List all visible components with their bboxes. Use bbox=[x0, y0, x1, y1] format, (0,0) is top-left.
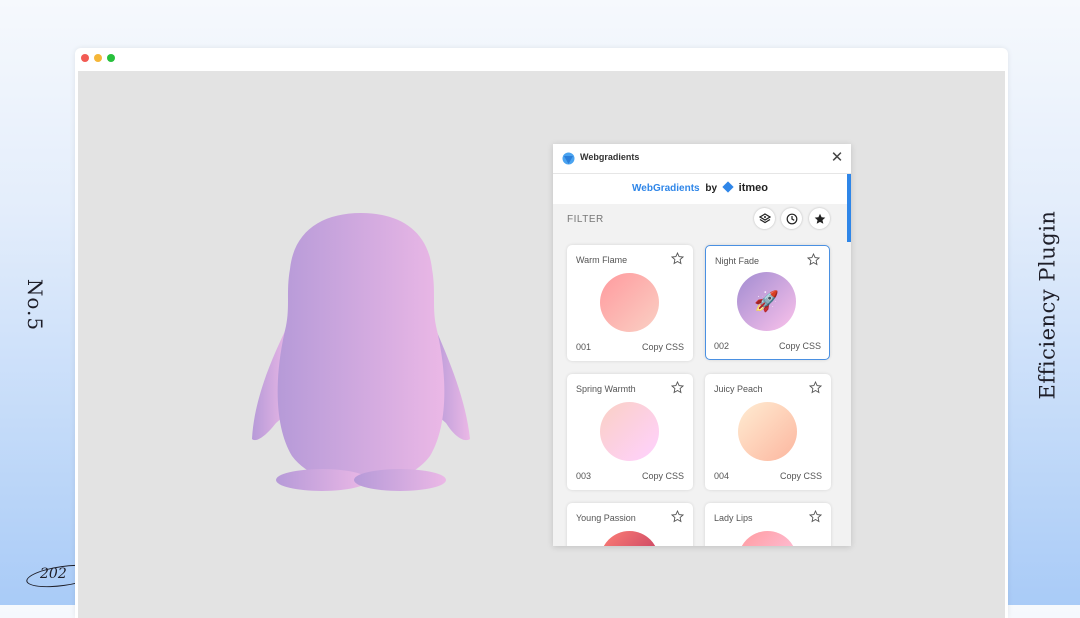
brand-bar: WebGradients by itmeo bbox=[553, 174, 847, 203]
browser-titlebar bbox=[75, 48, 1008, 69]
penguin-illustration bbox=[252, 213, 470, 491]
layers-icon[interactable] bbox=[754, 208, 775, 229]
gradient-card[interactable]: Spring Warmth 003 Copy CSS bbox=[567, 374, 693, 490]
gradient-name: Warm Flame bbox=[576, 255, 628, 265]
gradient-name: Juicy Peach bbox=[714, 384, 763, 394]
gradient-grid: Warm Flame 001 Copy CSS Night Fade 🚀 002… bbox=[553, 234, 847, 546]
gradient-number: 003 bbox=[576, 471, 592, 481]
side-label-title-text: Efficiency Plugin bbox=[1035, 210, 1060, 400]
gradient-swatch[interactable] bbox=[738, 531, 797, 546]
gradient-name: Young Passion bbox=[576, 513, 636, 523]
brand-company[interactable]: itmeo bbox=[739, 182, 768, 194]
star-filled-icon[interactable] bbox=[809, 208, 830, 229]
webgradients-logo-icon bbox=[562, 152, 575, 165]
brand-name[interactable]: WebGradients bbox=[632, 183, 700, 194]
gradient-card[interactable]: Warm Flame 001 Copy CSS bbox=[567, 245, 693, 361]
gradient-swatch[interactable] bbox=[738, 402, 797, 461]
gradient-swatch[interactable] bbox=[600, 531, 659, 546]
gradient-swatch[interactable] bbox=[600, 273, 659, 332]
star-icon[interactable] bbox=[809, 381, 822, 394]
gradient-number: 002 bbox=[714, 341, 730, 351]
minimize-window-button[interactable] bbox=[94, 54, 102, 62]
close-window-button[interactable] bbox=[81, 54, 89, 62]
filter-bar: FILTER bbox=[553, 204, 847, 234]
side-label-number: No.5 bbox=[12, 250, 58, 360]
star-icon[interactable] bbox=[671, 381, 684, 394]
browser-viewport: Webgradients ✕ WebGradients by itmeo FIL… bbox=[78, 71, 1005, 618]
gradient-name: Spring Warmth bbox=[576, 384, 636, 394]
side-label-title: Efficiency Plugin bbox=[1020, 195, 1074, 415]
filter-label: FILTER bbox=[567, 214, 604, 225]
gradient-name: Night Fade bbox=[715, 256, 760, 266]
gradient-card-selected[interactable]: Night Fade 🚀 002 Copy CSS bbox=[705, 245, 830, 360]
popup-title: Webgradients bbox=[580, 152, 640, 162]
gradient-card[interactable]: Juicy Peach 004 Copy CSS bbox=[705, 374, 831, 490]
star-icon[interactable] bbox=[671, 252, 684, 265]
popup-header: Webgradients ✕ bbox=[553, 144, 851, 174]
browser-window: Webgradients ✕ WebGradients by itmeo FIL… bbox=[75, 48, 1008, 618]
copy-css-button[interactable]: Copy CSS bbox=[642, 471, 684, 481]
gradient-card[interactable]: Lady Lips bbox=[705, 503, 831, 546]
itmeo-logo-icon bbox=[722, 181, 734, 193]
gradient-name: Lady Lips bbox=[714, 513, 753, 523]
gradient-swatch[interactable] bbox=[600, 402, 659, 461]
copy-css-button[interactable]: Copy CSS bbox=[780, 471, 822, 481]
year-badge-text: 202 bbox=[40, 566, 67, 582]
gradient-swatch[interactable]: 🚀 bbox=[737, 272, 796, 331]
gradient-card[interactable]: Young Passion bbox=[567, 503, 693, 546]
star-icon[interactable] bbox=[671, 510, 684, 523]
rocket-icon: 🚀 bbox=[754, 291, 779, 313]
brand-by: by bbox=[705, 183, 718, 194]
clock-icon[interactable] bbox=[781, 208, 802, 229]
copy-css-button[interactable]: Copy CSS bbox=[642, 342, 684, 352]
gradient-number: 001 bbox=[576, 342, 592, 352]
copy-css-button[interactable]: Copy CSS bbox=[779, 341, 821, 351]
star-icon[interactable] bbox=[809, 510, 822, 523]
maximize-window-button[interactable] bbox=[107, 54, 115, 62]
gradient-number: 004 bbox=[714, 471, 730, 481]
star-icon[interactable] bbox=[807, 253, 820, 266]
popup-scrollbar-thumb[interactable] bbox=[847, 174, 851, 242]
side-label-number-text: No.5 bbox=[23, 278, 47, 332]
close-icon[interactable]: ✕ bbox=[829, 150, 845, 166]
webgradients-popup: Webgradients ✕ WebGradients by itmeo FIL… bbox=[553, 144, 851, 546]
